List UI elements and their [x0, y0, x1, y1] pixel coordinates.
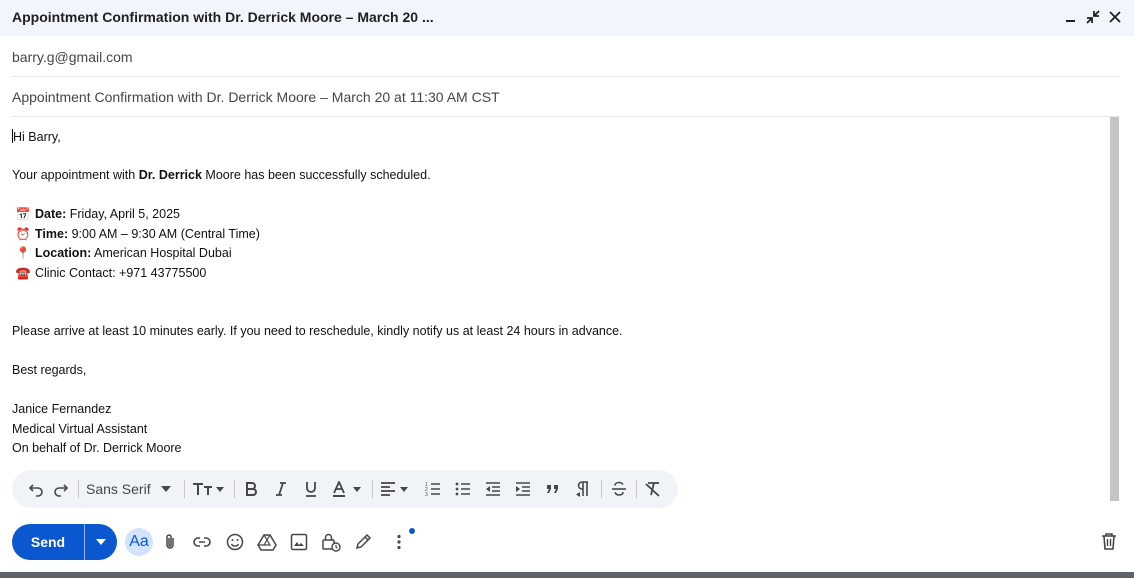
toolbar-divider: [184, 480, 185, 498]
emoji-icon[interactable]: [223, 530, 247, 554]
toolbar-divider: [601, 480, 602, 498]
indent-less-icon[interactable]: [483, 479, 503, 499]
detail-contact: ☎️ Clinic Contact: +971 43775500: [12, 266, 207, 280]
detail-value: Clinic Contact: +971 43775500: [35, 266, 207, 280]
detail-value: Friday, April 5, 2025: [66, 207, 180, 221]
drive-icon[interactable]: [255, 530, 279, 554]
text-color-icon[interactable]: [331, 479, 365, 499]
alarm-clock-icon: ⏰: [15, 227, 31, 241]
subject-text[interactable]: Appointment Confirmation with Dr. Derric…: [12, 89, 500, 105]
detail-label: Time:: [35, 227, 69, 241]
telephone-icon: ☎️: [15, 266, 31, 280]
toolbar-divider: [636, 480, 637, 498]
window-bottom-edge: [0, 572, 1134, 578]
redo-icon[interactable]: [51, 479, 71, 499]
message-body[interactable]: Hi Barry, Your appointment with Dr. Derr…: [12, 117, 1107, 462]
window-controls: [1062, 8, 1124, 26]
formatting-options-button[interactable]: Aa: [125, 528, 153, 556]
intro-post: Moore has been successfully scheduled.: [201, 168, 431, 182]
notification-dot: [409, 528, 415, 534]
intro-bold: Dr. Derrick: [138, 168, 202, 182]
subject-field[interactable]: Appointment Confirmation with Dr. Derric…: [12, 77, 1120, 117]
note-line: Please arrive at least 10 minutes early.…: [12, 324, 623, 338]
indent-more-icon[interactable]: [513, 479, 533, 499]
recipient-chip[interactable]: barry.g@gmail.com: [12, 49, 133, 65]
signature-icon[interactable]: [351, 530, 375, 554]
calendar-icon: 📅: [15, 207, 31, 221]
bulleted-list-icon[interactable]: [453, 479, 473, 499]
to-field[interactable]: barry.g@gmail.com: [12, 38, 1120, 77]
svg-text:3: 3: [425, 492, 428, 497]
body-scrollbar[interactable]: [1110, 117, 1119, 501]
detail-label: Location:: [35, 246, 92, 260]
detail-value: American Hospital Dubai: [91, 246, 232, 260]
intro-pre: Your appointment with: [12, 168, 139, 182]
formatting-toolbar: Sans Serif 123: [12, 470, 678, 508]
chevron-down-icon: [96, 539, 106, 545]
strikethrough-icon[interactable]: [609, 479, 629, 499]
rtl-icon[interactable]: [573, 479, 593, 499]
schedule-send-button[interactable]: [85, 524, 117, 560]
detail-location: 📍 Location: American Hospital Dubai: [12, 246, 232, 260]
font-size-icon[interactable]: [192, 479, 226, 499]
greeting-text: Hi Barry,: [13, 130, 61, 144]
pin-icon: 📍: [15, 246, 31, 260]
photo-icon[interactable]: [287, 530, 311, 554]
quote-icon[interactable]: [543, 479, 563, 499]
close-icon[interactable]: [1106, 8, 1124, 26]
bold-icon[interactable]: [241, 479, 261, 499]
detail-value: 9:00 AM – 9:30 AM (Central Time): [68, 227, 260, 241]
italic-icon[interactable]: [271, 479, 291, 499]
trash-icon[interactable]: [1099, 530, 1119, 552]
font-family-select[interactable]: Sans Serif: [86, 479, 180, 499]
attach-icon[interactable]: [158, 530, 182, 554]
signature-title: Medical Virtual Assistant: [12, 422, 148, 436]
align-icon[interactable]: [380, 479, 414, 499]
minimize-icon[interactable]: [1062, 8, 1080, 26]
undo-icon[interactable]: [26, 479, 46, 499]
send-group: Send: [12, 524, 117, 560]
detail-time: ⏰ Time: 9:00 AM – 9:30 AM (Central Time): [12, 227, 260, 241]
link-icon[interactable]: [190, 530, 214, 554]
more-options-icon[interactable]: [387, 530, 411, 554]
toolbar-divider: [78, 480, 79, 498]
toolbar-divider: [234, 480, 235, 498]
exit-fullscreen-icon[interactable]: [1084, 8, 1102, 26]
detail-label: Date:: [35, 207, 67, 221]
detail-date: 📅 Date: Friday, April 5, 2025: [12, 207, 180, 221]
compose-title[interactable]: Appointment Confirmation with Dr. Derric…: [12, 9, 434, 25]
confidential-icon[interactable]: [319, 530, 343, 554]
chevron-down-icon: [160, 486, 171, 492]
send-button[interactable]: Send: [12, 524, 84, 560]
compose-titlebar: Appointment Confirmation with Dr. Derric…: [0, 0, 1134, 36]
underline-icon[interactable]: [301, 479, 321, 499]
remove-formatting-icon[interactable]: [643, 479, 663, 499]
greeting-line: Hi Barry,: [12, 129, 61, 144]
signature-behalf: On behalf of Dr. Derrick Moore: [12, 441, 182, 455]
intro-line: Your appointment with Dr. Derrick Moore …: [12, 168, 431, 182]
numbered-list-icon[interactable]: 123: [423, 479, 443, 499]
toolbar-divider: [372, 480, 373, 498]
closing-line: Best regards,: [12, 363, 87, 377]
font-family-label: Sans Serif: [86, 481, 151, 497]
signature-name: Janice Fernandez: [12, 402, 112, 416]
